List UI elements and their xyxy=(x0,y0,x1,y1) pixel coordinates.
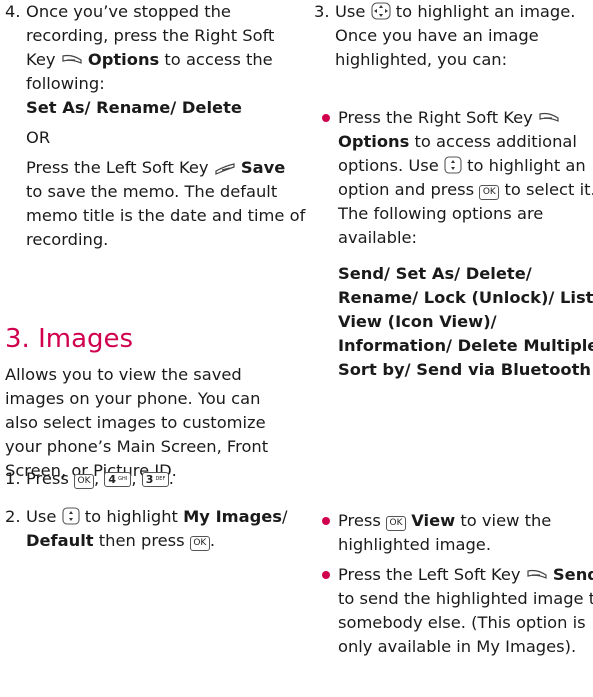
right-soft-key-icon xyxy=(539,112,559,122)
step-number: 2. xyxy=(5,507,21,526)
image-options-list-text: Send/ Set As/ Delete/ Rename/ Lock (Unlo… xyxy=(338,264,593,379)
bullet-view: Press OK View to view the highlighted im… xyxy=(320,509,593,557)
slash: / xyxy=(281,507,288,526)
up-down-navigation-key-icon xyxy=(444,156,462,174)
key-4-ghi-icon: 4 GHI xyxy=(104,472,132,487)
ok-key-icon: OK xyxy=(386,516,407,531)
bullet-1-text-1: Press the Right Soft Key xyxy=(338,108,533,127)
step-4-options: Set As/ Rename/ Delete xyxy=(26,96,306,120)
step-4-options-list: Set As/ Rename/ Delete xyxy=(26,98,242,117)
ok-key-icon: OK xyxy=(74,474,95,489)
up-down-navigation-key-icon xyxy=(62,507,80,525)
navigation-key-icon xyxy=(371,2,391,20)
step-1-text: Press OK, 4 GHI, 3 DEF. xyxy=(26,467,306,491)
step-4-save-text: Press the Left Soft Key Save to save the… xyxy=(26,156,306,252)
bullet-icon xyxy=(322,114,330,122)
bullet-icon xyxy=(322,571,330,579)
bullet-3-text-1: Press the Left Soft Key xyxy=(338,565,521,584)
options-label: Options xyxy=(87,50,160,69)
ok-key-icon: OK xyxy=(479,185,500,200)
step-number: 3. xyxy=(314,2,330,21)
default-label: Default xyxy=(26,531,94,550)
step-3-text: Use to highlight an image. Once you have… xyxy=(335,0,593,72)
send-label: Send xyxy=(552,565,593,584)
step-1-press: Press xyxy=(26,469,69,488)
key-digit: 4 xyxy=(108,473,117,486)
step-2-then-press: then press xyxy=(98,531,185,550)
images-intro: Allows you to view the saved images on y… xyxy=(5,365,269,480)
image-options-list: Send/ Set As/ Delete/ Rename/ Lock (Unlo… xyxy=(338,262,593,382)
bullet-3-text-2: to send the highlighted image to somebod… xyxy=(338,589,593,656)
step-number: 4. xyxy=(5,2,21,21)
bullet-icon xyxy=(322,517,330,525)
step-4-text-4: to save the memo. The default memo title… xyxy=(26,182,306,249)
bullet-send: Press the Left Soft Key Send to send the… xyxy=(320,563,593,659)
bullet-options-text: Press the Right Soft Key Options to acce… xyxy=(338,106,593,250)
separator: , xyxy=(94,469,100,488)
step-2-highlight: to highlight xyxy=(84,507,178,526)
bullet-view-text: Press OK View to view the highlighted im… xyxy=(338,509,593,557)
left-soft-key-icon xyxy=(527,569,547,579)
section-heading-images: 3. Images xyxy=(5,324,134,354)
view-label: View xyxy=(411,511,456,530)
bullet-2-press: Press xyxy=(338,511,381,530)
step-3-use: Use xyxy=(335,2,366,21)
step-4: 4. Once you’ve stopped the recording, pr… xyxy=(5,0,306,252)
or-text: OR xyxy=(26,128,51,147)
options-label: Options xyxy=(338,132,410,151)
period: . xyxy=(168,469,174,488)
my-images-label: My Images xyxy=(183,507,282,526)
step-2-text: Use to highlight My Images/ Default then… xyxy=(26,505,306,553)
step-4-text-3: Press the Left Soft Key xyxy=(26,158,209,177)
key-digit: 3 xyxy=(145,473,154,486)
bullet-options: Press the Right Soft Key Options to acce… xyxy=(320,106,593,382)
save-label: Save xyxy=(240,158,286,177)
left-soft-key-icon xyxy=(215,163,235,175)
separator: , xyxy=(131,469,137,488)
ok-key-icon: OK xyxy=(189,536,210,551)
bullet-send-text: Press the Left Soft Key Send to send the… xyxy=(338,563,593,659)
step-2: 2. Use to highlight My Images/ Default t… xyxy=(5,505,306,553)
key-letters: DEF xyxy=(155,476,166,482)
step-3: 3. Use to highlight an image. Once you h… xyxy=(314,0,593,72)
key-letters: GHI xyxy=(118,476,128,482)
key-3-def-icon: 3 DEF xyxy=(141,472,169,487)
period: . xyxy=(209,531,216,550)
step-4-text: Once you’ve stopped the recording, press… xyxy=(26,0,306,96)
right-soft-key-icon xyxy=(62,54,82,64)
step-1: 1. Press OK, 4 GHI, 3 DEF. xyxy=(5,467,306,491)
step-2-use: Use xyxy=(26,507,57,526)
step-number: 1. xyxy=(5,469,21,488)
